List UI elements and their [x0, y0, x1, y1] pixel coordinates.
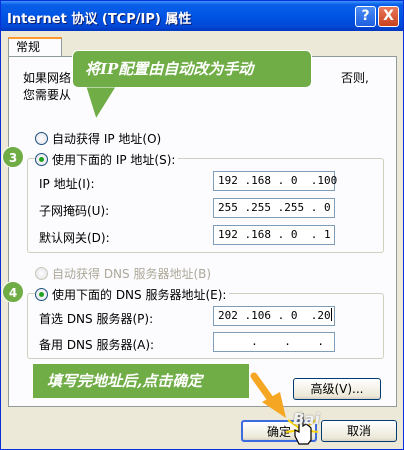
- radio-auto-dns-label: 自动获得 DNS 服务器地址(B): [52, 267, 212, 281]
- watermark-logo: Bai: [293, 410, 320, 428]
- preferred-dns-input[interactable]: 202 .106 . 0 .20: [213, 306, 335, 326]
- default-gateway-label: 默认网关(D):: [39, 231, 110, 245]
- radio-circle: [35, 132, 48, 145]
- radio-manual-ip[interactable]: 使用下面的 IP 地址(S):: [35, 151, 179, 168]
- cancel-button[interactable]: 取消: [321, 420, 397, 442]
- ip-address-label: IP 地址(I):: [39, 177, 95, 191]
- alternate-dns-label: 备用 DNS 服务器(A):: [39, 338, 155, 352]
- radio-circle: [35, 153, 48, 166]
- radio-manual-dns[interactable]: 使用下面的 DNS 服务器地址(E):: [35, 286, 230, 303]
- radio-auto-ip[interactable]: 自动获得 IP 地址(O): [35, 130, 161, 147]
- radio-manual-dns-label: 使用下面的 DNS 服务器地址(E):: [52, 288, 227, 302]
- preferred-dns-value: 202 .106 . 0 .20: [218, 309, 331, 322]
- default-gateway-input[interactable]: 192 .168 . 0 . 1: [213, 225, 335, 245]
- subnet-mask-label: 子网掩码(U):: [39, 204, 110, 218]
- ip-address-input[interactable]: 192 .168 . 0 .100: [213, 171, 337, 191]
- advanced-button[interactable]: 高级(V)...: [293, 378, 381, 400]
- description-line1-right: 否则,: [341, 71, 369, 85]
- radio-circle: [35, 267, 48, 280]
- alternate-dns-input[interactable]: . . .: [213, 332, 335, 352]
- radio-auto-ip-label: 自动获得 IP 地址(O): [52, 132, 162, 146]
- step-badge-3: 3: [2, 146, 24, 168]
- callout-bottom: 填写完地址后,点击确定: [32, 363, 250, 399]
- text-caret: [330, 308, 332, 321]
- description-line1-left: 如果网络: [23, 71, 72, 85]
- tab-general[interactable]: 常规: [8, 37, 62, 57]
- subnet-mask-input[interactable]: 255 .255 .255 . 0: [213, 198, 335, 218]
- title-bar[interactable]: Internet 协议 (TCP/IP) 属性 ? X: [1, 1, 403, 31]
- callout-top-tail: [85, 87, 117, 121]
- radio-auto-dns[interactable]: 自动获得 DNS 服务器地址(B): [35, 265, 211, 282]
- close-button[interactable]: X: [378, 6, 399, 27]
- step-badge-4: 4: [2, 281, 24, 303]
- radio-manual-ip-label: 使用下面的 IP 地址(S):: [52, 153, 176, 167]
- preferred-dns-label: 首选 DNS 服务器(P):: [39, 312, 154, 326]
- window-title: Internet 协议 (TCP/IP) 属性: [7, 12, 192, 27]
- callout-top: 将IP配置由自动改为手动: [72, 50, 312, 88]
- help-button[interactable]: ?: [355, 6, 376, 27]
- radio-circle: [35, 288, 48, 301]
- description-line2-left: 您需要从: [23, 88, 72, 102]
